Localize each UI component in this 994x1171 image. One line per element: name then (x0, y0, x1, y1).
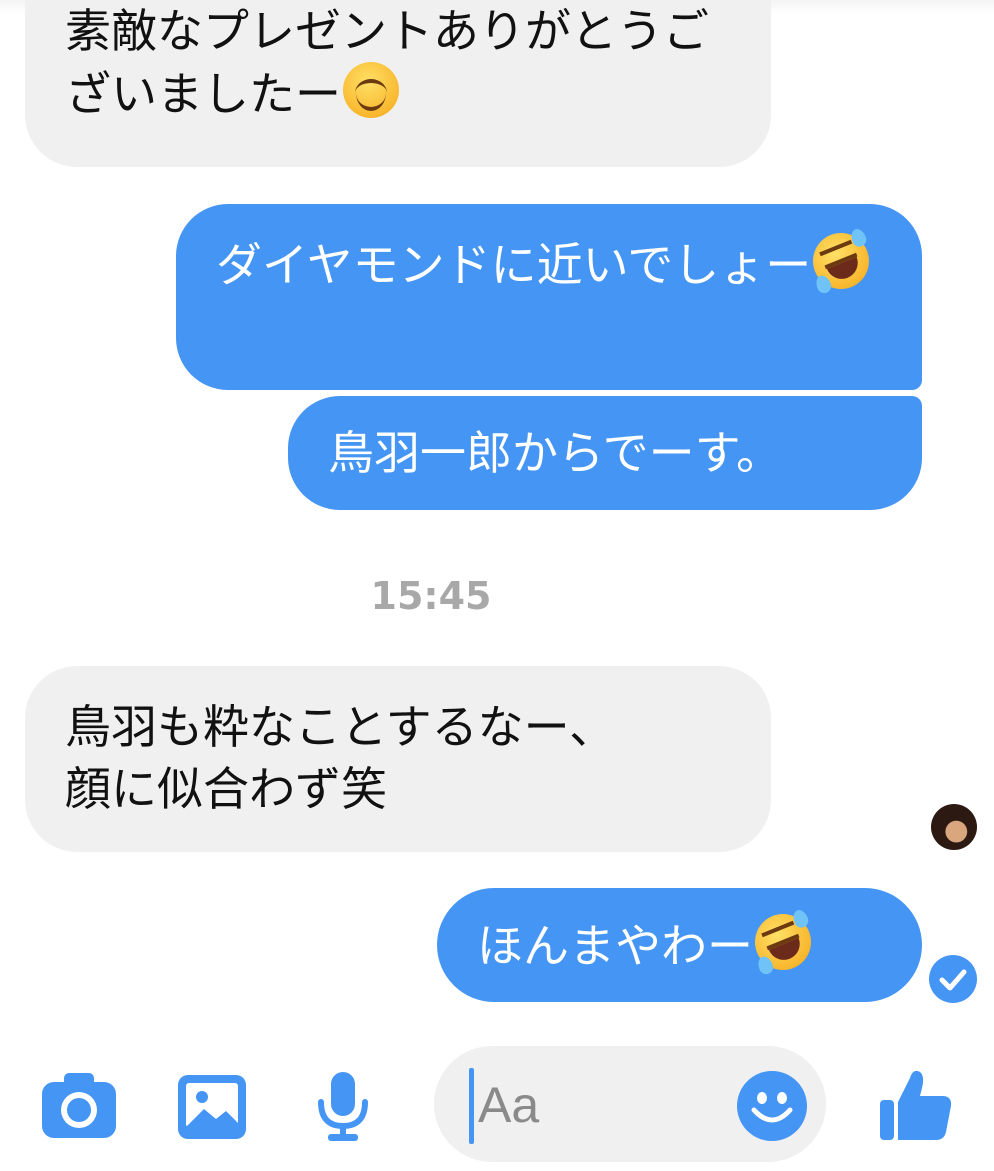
seen-avatar (931, 804, 977, 850)
message-bubble-incoming[interactable]: 素敵なプレゼントありがとうございましたー (25, 0, 771, 167)
sent-check-icon (929, 955, 977, 1003)
message-input[interactable]: Aa (434, 1046, 826, 1162)
message-text: 鳥羽も粋なことするなー、 顔に似合わず笑 (65, 700, 616, 816)
message-timestamp: 15:45 (370, 574, 492, 618)
input-placeholder: Aa (478, 1077, 540, 1133)
smiling-face-icon (343, 62, 399, 118)
rolling-on-floor-laughing-icon (746, 905, 820, 979)
microphone-icon[interactable] (312, 1070, 374, 1148)
camera-icon[interactable] (40, 1070, 118, 1144)
composer-bar: Aa (0, 1040, 994, 1171)
message-bubble-outgoing[interactable]: ダイヤモンドに近いでしょー (176, 204, 922, 390)
text-cursor (469, 1068, 474, 1144)
message-text: 鳥羽一郎からでーす。 (328, 426, 783, 480)
message-text: ダイヤモンドに近いでしょー (216, 238, 812, 292)
emoji-icon[interactable] (736, 1070, 808, 1146)
message-bubble-outgoing[interactable]: 鳥羽一郎からでーす。 (288, 396, 922, 510)
photo-icon[interactable] (176, 1073, 248, 1145)
rolling-on-floor-laughing-icon (804, 224, 878, 298)
message-bubble-incoming[interactable]: 鳥羽も粋なことするなー、 顔に似合わず笑 (25, 666, 771, 852)
message-bubble-outgoing[interactable]: ほんまやわー (437, 888, 922, 1002)
thumbs-up-icon[interactable] (878, 1066, 954, 1148)
message-text: ほんまやわー (477, 919, 753, 973)
